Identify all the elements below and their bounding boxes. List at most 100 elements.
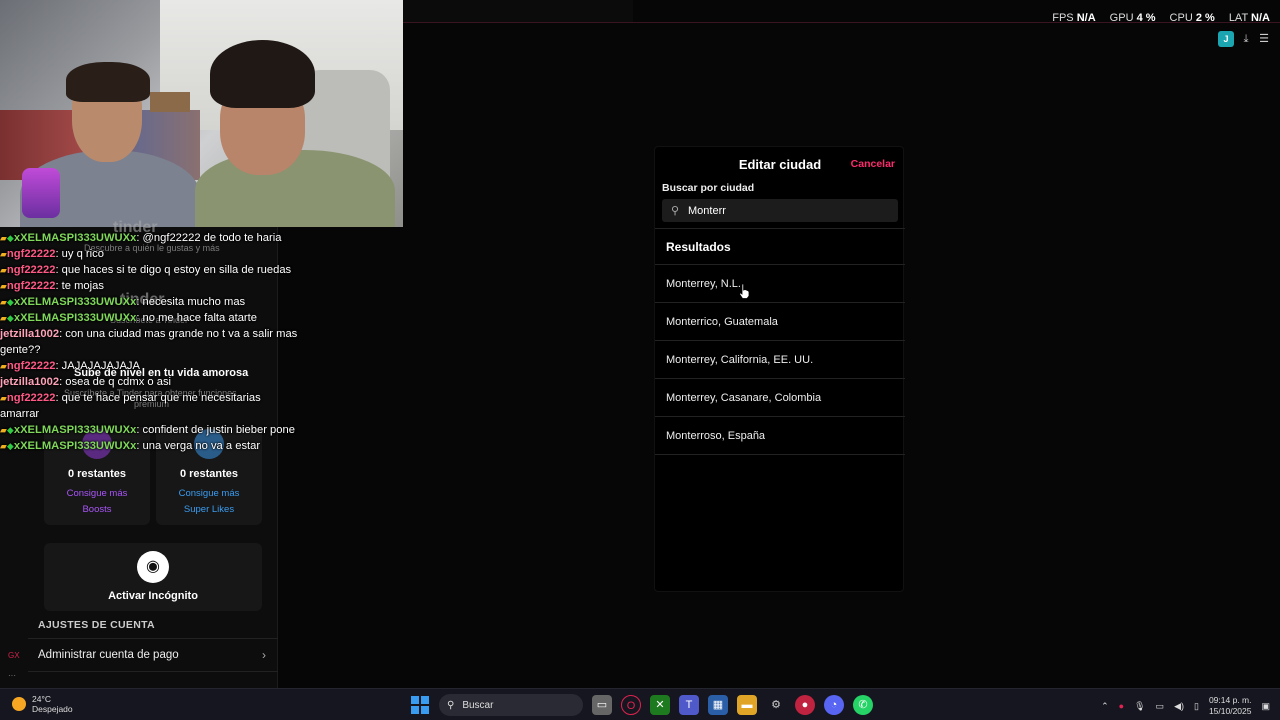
more-icon[interactable]: ··· [8, 671, 16, 680]
incognito-icon: ◉ [137, 551, 169, 583]
stat-lat: LAT N/A [1228, 12, 1270, 24]
profile-icon[interactable]: J [1218, 31, 1234, 47]
superlikes-link-line1[interactable]: Consigue más [156, 488, 262, 499]
chevron-up-icon[interactable]: ⌃ [1101, 701, 1109, 712]
network-icon[interactable]: ▭ [1156, 701, 1165, 712]
chat-message: ▰ngf22222: que te hace pensar que me nec… [0, 390, 300, 422]
battery-icon[interactable]: ▯ [1194, 701, 1199, 712]
chat-message: ▰ngf22222: que haces si te digo q estoy … [0, 262, 300, 278]
boosts-link-line1[interactable]: Consigue más [44, 488, 150, 499]
result-label: Monterrico, Guatemala [666, 316, 778, 328]
chat-username[interactable]: ngf22222 [7, 360, 56, 372]
notification-icon[interactable]: ▣ [1261, 701, 1270, 712]
chat-username[interactable]: xXELMASPI333UWUXx [14, 296, 136, 308]
city-search-input[interactable] [684, 204, 884, 217]
cancel-button[interactable]: Cancelar [851, 158, 895, 170]
chat-username[interactable]: jetzilla1002 [0, 376, 59, 388]
superlikes-link-line2[interactable]: Super Likes [156, 504, 262, 515]
diamond-badge-icon: ◆ [6, 441, 14, 451]
weather-widget[interactable]: 24°C Despejado [12, 694, 73, 714]
result-label: Monterrey, California, EE. UU. [666, 354, 814, 366]
stat-cpu: CPU 2 % [1169, 12, 1215, 24]
chat-username[interactable]: xXELMASPI333UWUXx [14, 440, 136, 452]
boosts-count: 0 restantes [67, 468, 127, 480]
weather-temp: 24°C [32, 694, 51, 704]
payment-account-row[interactable]: Administrar cuenta de pago › [28, 638, 278, 672]
crown-badge-icon: ▰ [0, 441, 7, 451]
clock-date: 15/10/2025 [1208, 706, 1252, 716]
result-label: Monterrey, Casanare, Colombia [666, 392, 822, 404]
result-item[interactable]: Monterrey, N.L. [655, 265, 905, 303]
stream-chat: ▰◆xXELMASPI333UWUXx: @ngf22222 de todo t… [0, 230, 300, 454]
chat-username[interactable]: xXELMASPI333UWUXx [14, 424, 136, 436]
boosts-link-line2[interactable]: Boosts [44, 504, 150, 515]
chat-username[interactable]: jetzilla1002 [0, 328, 59, 340]
chat-message: jetzilla1002: osea de q cdmx o asi [0, 374, 300, 390]
folder-icon[interactable]: ▬ [737, 695, 757, 715]
mic-icon[interactable]: 🎙 [1134, 701, 1145, 712]
screen: FPS N/A GPU 4 % CPU 2 % LAT N/A J ⤓ ☰ ti… [0, 0, 1280, 720]
whatsapp-icon[interactable]: ✆ [853, 695, 873, 715]
tray-app-icon[interactable]: ● [1119, 701, 1124, 711]
result-item[interactable]: Monterrey, Casanare, Colombia [655, 379, 905, 417]
crown-badge-icon: ▰ [0, 393, 7, 403]
chevron-right-icon: › [262, 648, 266, 662]
chat-text: : JAJAJAJAJAJA [55, 360, 140, 372]
chat-text: : confident de justin bieber pone [136, 424, 295, 436]
crown-badge-icon: ▰ [0, 233, 7, 243]
incognito-card[interactable]: ◉ Activar Incógnito [44, 543, 262, 611]
teams-icon[interactable]: T [679, 695, 699, 715]
chat-message: ▰◆xXELMASPI333UWUXx: @ngf22222 de todo t… [0, 230, 300, 246]
city-search-field[interactable]: ⚲ [662, 199, 898, 222]
chat-username[interactable]: ngf22222 [7, 264, 56, 276]
chat-username[interactable]: ngf22222 [7, 280, 56, 292]
chat-text: : te mojas [55, 280, 104, 292]
chat-message: ▰◆xXELMASPI333UWUXx: una verga no va a e… [0, 438, 300, 454]
xbox-icon[interactable]: ✕ [650, 695, 670, 715]
clock[interactable]: 09:14 p. m. 15/10/2025 [1209, 695, 1252, 717]
crown-badge-icon: ▰ [0, 297, 7, 307]
results-heading: Resultados [666, 240, 731, 254]
settings-icon[interactable]: ⚙ [766, 695, 786, 715]
browser-toolbar-icons: J ⤓ ☰ [1218, 31, 1270, 47]
search-icon: ⚲ [447, 699, 455, 711]
incognito-label: Activar Incógnito [108, 590, 198, 602]
download-icon[interactable]: ⤓ [1240, 33, 1252, 45]
diamond-badge-icon: ◆ [6, 313, 14, 323]
stat-gpu: GPU 4 % [1109, 12, 1156, 24]
taskbar-search[interactable]: ⚲ Buscar [439, 694, 583, 716]
volume-icon[interactable]: ◀) [1174, 701, 1184, 712]
chat-message: ▰ngf22222: te mojas [0, 278, 300, 294]
result-item[interactable]: Monterrey, California, EE. UU. [655, 341, 905, 379]
chat-message: ▰◆xXELMASPI333UWUXx: necesita mucho mas [0, 294, 300, 310]
taskbar-apps: ⚲ Buscar ▭ O ✕ T ▦ ▬ ⚙ ● ◔ ✆ [410, 694, 873, 716]
result-item[interactable]: Monterroso, España [655, 417, 905, 455]
search-label: Buscar por ciudad [662, 182, 755, 194]
gx-sidebar-icon[interactable]: GX [8, 651, 20, 660]
store-icon[interactable]: ▦ [708, 695, 728, 715]
webcam-feed [0, 0, 403, 227]
chat-text: : osea de q cdmx o asi [59, 376, 172, 388]
chat-username[interactable]: xXELMASPI333UWUXx [14, 312, 136, 324]
stat-fps: FPS N/A [1052, 12, 1096, 24]
chat-username[interactable]: ngf22222 [7, 248, 56, 260]
red-app-icon[interactable]: ● [795, 695, 815, 715]
chat-username[interactable]: ngf22222 [7, 392, 56, 404]
divider [655, 228, 905, 229]
diamond-badge-icon: ◆ [6, 233, 14, 243]
crown-badge-icon: ▰ [0, 281, 7, 291]
chat-username[interactable]: xXELMASPI333UWUXx [14, 232, 136, 244]
diamond-badge-icon: ◆ [6, 425, 14, 435]
opera-gx-icon[interactable]: O [621, 695, 641, 715]
chat-text: : una verga no va a estar [136, 440, 261, 452]
crown-badge-icon: ▰ [0, 361, 7, 371]
discord-icon[interactable]: ◔ [824, 695, 844, 715]
chat-text: : uy q rico [55, 248, 104, 260]
menu-icon[interactable]: ☰ [1258, 33, 1270, 45]
diamond-badge-icon: ◆ [6, 297, 14, 307]
result-item[interactable]: Monterrico, Guatemala [655, 303, 905, 341]
task-view-icon[interactable]: ▭ [592, 695, 612, 715]
start-icon[interactable] [410, 695, 430, 715]
chat-text: : que haces si te digo q estoy en silla … [55, 264, 292, 276]
webcam-shelf [150, 92, 190, 112]
